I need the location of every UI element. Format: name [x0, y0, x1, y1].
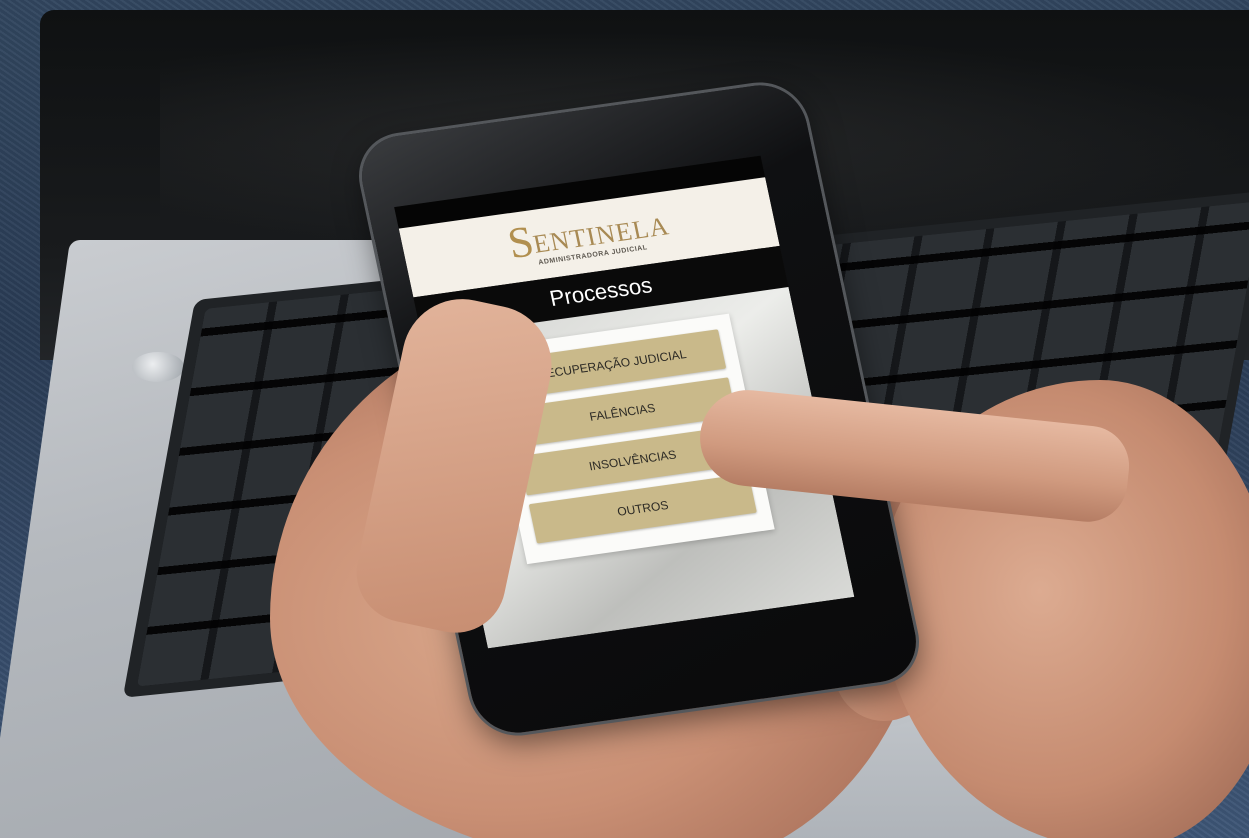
- page-title: Processos: [547, 272, 655, 312]
- power-button: [132, 352, 184, 382]
- photo-scene: S ENTINELA ADMINISTRADORA JUDICIAL Proce…: [0, 0, 1249, 838]
